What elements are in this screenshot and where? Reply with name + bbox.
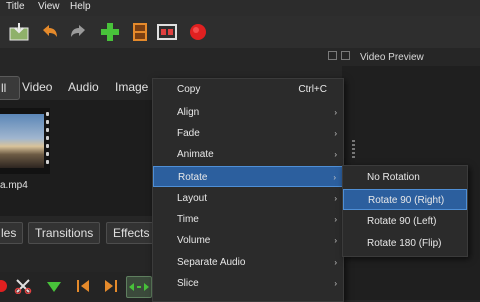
file-name: a.mp4 bbox=[0, 180, 28, 191]
tab-effects[interactable]: Effects bbox=[106, 222, 157, 244]
menu-item-animate[interactable]: Animate › bbox=[153, 144, 343, 165]
submenu-arrow-icon: › bbox=[334, 129, 337, 138]
video-thumbnail-image bbox=[0, 114, 44, 168]
submenu-arrow-icon: › bbox=[334, 150, 337, 159]
sprocket bbox=[46, 144, 49, 148]
rotate-submenu: No Rotation Rotate 90 (Right) Rotate 90 (L… bbox=[342, 165, 468, 257]
menu-item-separate-audio[interactable]: Separate Audio › bbox=[153, 252, 343, 273]
menu-item-volume[interactable]: Volume › bbox=[153, 230, 343, 251]
submenu-arrow-icon: › bbox=[334, 236, 337, 245]
submenu-item-label: No Rotation bbox=[367, 172, 420, 183]
menu-item-align[interactable]: Align › bbox=[153, 102, 343, 123]
razor-icon[interactable] bbox=[14, 278, 32, 294]
fullscreen-icon[interactable] bbox=[155, 20, 179, 44]
tab-project-files[interactable]: les bbox=[0, 222, 24, 244]
submenu-item-rotate-180-flip[interactable]: Rotate 180 (Flip) bbox=[343, 233, 467, 254]
next-marker-icon[interactable] bbox=[103, 278, 119, 294]
menu-item-label: Slice bbox=[177, 278, 199, 289]
tab-transitions[interactable]: Transitions bbox=[28, 222, 101, 244]
menu-item-label: Rotate bbox=[178, 172, 208, 183]
previous-marker-icon[interactable] bbox=[75, 278, 91, 294]
menu-item-slice[interactable]: Slice › bbox=[153, 273, 343, 294]
export-film-icon[interactable] bbox=[128, 20, 152, 44]
menu-item-label: Time bbox=[177, 214, 199, 225]
submenu-arrow-icon: › bbox=[334, 279, 337, 288]
sprocket bbox=[46, 120, 49, 124]
menu-item-label: Copy bbox=[177, 84, 201, 95]
panel-tabs: les Transitions Effects bbox=[0, 222, 160, 244]
record-icon[interactable] bbox=[186, 20, 210, 44]
menu-item-layout[interactable]: Layout › bbox=[153, 188, 343, 209]
submenu-arrow-icon: › bbox=[334, 194, 337, 203]
menu-item-rotate[interactable]: Rotate › bbox=[153, 166, 343, 187]
submenu-item-label: Rotate 90 (Right) bbox=[368, 195, 445, 206]
menu-item-label: Layout bbox=[177, 193, 208, 204]
tab-all[interactable]: ll bbox=[0, 76, 20, 100]
center-playhead-button[interactable] bbox=[126, 276, 152, 298]
submenu-arrow-icon: › bbox=[334, 215, 337, 224]
menu-item-label: Fade bbox=[177, 128, 200, 139]
file-filter-tabs: ll Video Audio Image bbox=[0, 76, 150, 100]
submenu-item-rotate-90-left[interactable]: Rotate 90 (Left) bbox=[343, 211, 467, 232]
video-preview-title: Video Preview bbox=[360, 52, 424, 63]
submenu-item-label: Rotate 90 (Left) bbox=[367, 216, 437, 227]
timeline-toolbar bbox=[0, 272, 160, 300]
menu-item-copy[interactable]: Copy Ctrl+C bbox=[153, 79, 343, 100]
splitter-handle[interactable] bbox=[352, 140, 355, 160]
menu-item-time[interactable]: Time › bbox=[153, 209, 343, 230]
submenu-arrow-icon: › bbox=[334, 258, 337, 267]
sprocket bbox=[46, 152, 49, 156]
sprocket bbox=[46, 160, 49, 164]
main-toolbar bbox=[0, 16, 480, 49]
tab-video[interactable]: Video bbox=[18, 76, 56, 98]
submenu-item-rotate-90-right[interactable]: Rotate 90 (Right) bbox=[343, 189, 467, 210]
sprocket bbox=[46, 128, 49, 132]
menu-item-label: Separate Audio bbox=[177, 257, 246, 268]
add-marker-icon[interactable] bbox=[46, 280, 62, 294]
add-track-icon[interactable] bbox=[98, 20, 122, 44]
center-icon bbox=[129, 283, 149, 291]
float-icon[interactable] bbox=[328, 51, 337, 60]
submenu-item-label: Rotate 180 (Flip) bbox=[367, 238, 442, 249]
tab-image[interactable]: Image bbox=[111, 76, 152, 98]
submenu-item-no-rotation[interactable]: No Rotation bbox=[343, 167, 467, 188]
menu-title[interactable]: Title bbox=[6, 1, 25, 12]
snap-icon[interactable] bbox=[0, 278, 8, 294]
undo-icon[interactable] bbox=[37, 20, 61, 44]
clip-context-menu: Copy Ctrl+C Align › Fade › Animate › Rotate › Layo… bbox=[152, 78, 344, 302]
close-icon[interactable] bbox=[341, 51, 350, 60]
sprocket bbox=[46, 136, 49, 140]
import-files-icon[interactable] bbox=[7, 20, 31, 44]
tab-audio[interactable]: Audio bbox=[64, 76, 103, 98]
menu-bar: Title View Help bbox=[0, 0, 480, 16]
menu-item-shortcut: Ctrl+C bbox=[298, 84, 327, 95]
menu-item-label: Volume bbox=[177, 235, 211, 246]
sprocket bbox=[46, 112, 49, 116]
submenu-arrow-icon: › bbox=[333, 173, 336, 182]
submenu-arrow-icon: › bbox=[334, 108, 337, 117]
redo-icon[interactable] bbox=[67, 20, 91, 44]
menu-item-fade[interactable]: Fade › bbox=[153, 123, 343, 144]
menu-item-label: Align bbox=[177, 107, 200, 118]
menu-help[interactable]: Help bbox=[70, 1, 91, 12]
menu-item-label: Animate bbox=[177, 149, 214, 160]
menu-view[interactable]: View bbox=[38, 1, 60, 12]
